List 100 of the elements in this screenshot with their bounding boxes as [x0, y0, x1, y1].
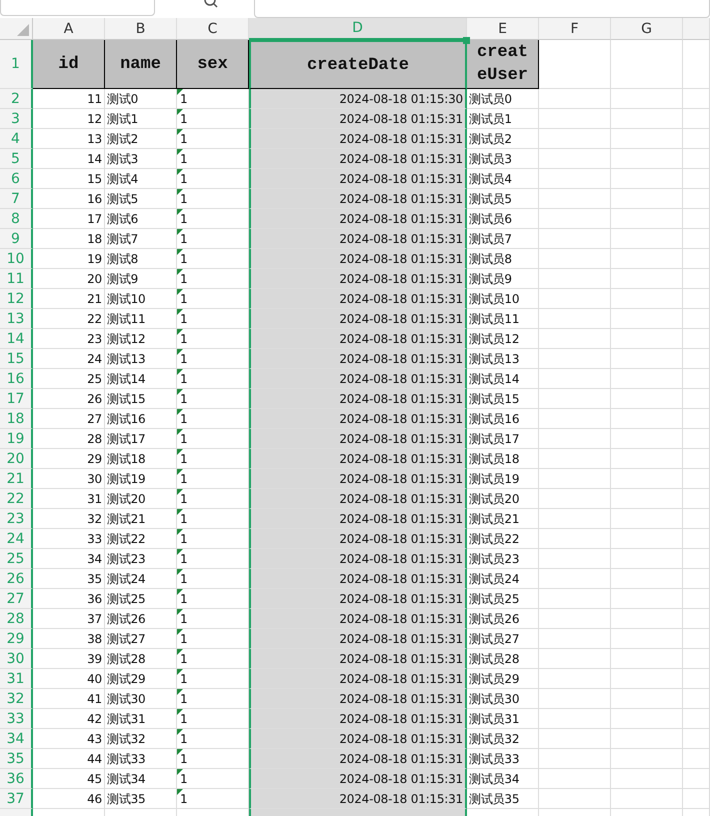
row-header[interactable]: 9 [0, 229, 33, 249]
row-header[interactable]: 19 [0, 429, 33, 449]
table-cell: 28 [33, 429, 105, 449]
column-header[interactable]: D [249, 18, 467, 40]
row-header[interactable]: 29 [0, 629, 33, 649]
column-header[interactable]: F [539, 18, 611, 40]
row-header[interactable]: 17 [0, 389, 33, 409]
table-cell: 测试11 [105, 309, 177, 329]
row-header[interactable]: 4 [0, 129, 33, 149]
row-header[interactable]: 5 [0, 149, 33, 169]
row-header[interactable]: 28 [0, 609, 33, 629]
row-header[interactable]: 31 [0, 669, 33, 689]
table-cell: 测试员34 [467, 769, 539, 789]
table-cell: 44 [33, 749, 105, 769]
row-header[interactable]: 14 [0, 329, 33, 349]
table-cell: 测试0 [105, 89, 177, 109]
row-header[interactable]: 32 [0, 689, 33, 709]
table-cell: 1 [177, 229, 249, 249]
row-header[interactable]: 22 [0, 489, 33, 509]
table-cell: 1 [177, 309, 249, 329]
row-header[interactable]: 2 [0, 89, 33, 109]
column-header[interactable]: A [33, 18, 105, 40]
row-header[interactable]: 6 [0, 169, 33, 189]
table-cell: 1 [177, 369, 249, 389]
table-cell: 2024-08-18 01:15:31 [249, 569, 467, 589]
table-cell: 测试9 [105, 269, 177, 289]
table-cell: 38 [33, 629, 105, 649]
table-cell: 17 [33, 209, 105, 229]
column-header[interactable] [683, 18, 710, 40]
table-cell: 测试2 [105, 129, 177, 149]
table-cell: 1 [177, 509, 249, 529]
table-cell: 测试28 [105, 649, 177, 669]
row-header[interactable]: 34 [0, 729, 33, 749]
row-header[interactable]: 10 [0, 249, 33, 269]
row-header[interactable]: 37 [0, 789, 33, 809]
table-cell: 1 [177, 629, 249, 649]
header-cell: sex [177, 40, 249, 89]
table-cell: 22 [33, 309, 105, 329]
table-cell: 测试33 [105, 749, 177, 769]
row-header[interactable]: 11 [0, 269, 33, 289]
row-header[interactable]: 15 [0, 349, 33, 369]
table-cell: 2024-08-18 01:15:31 [249, 169, 467, 189]
table-cell: 测试员27 [467, 629, 539, 649]
table-cell: 1 [177, 449, 249, 469]
table-cell: 27 [33, 409, 105, 429]
row-header[interactable]: 21 [0, 469, 33, 489]
table-cell: 2024-08-18 01:15:31 [249, 509, 467, 529]
table-cell: 24 [33, 349, 105, 369]
column-header[interactable]: G [611, 18, 683, 40]
column-header[interactable]: C [177, 18, 249, 40]
row-header[interactable]: 23 [0, 509, 33, 529]
table-cell: 2024-08-18 01:15:31 [249, 289, 467, 309]
table-cell: 测试员22 [467, 529, 539, 549]
row-header[interactable]: 18 [0, 409, 33, 429]
table-cell: 2024-08-18 01:15:31 [249, 149, 467, 169]
fill-handle[interactable] [463, 37, 470, 44]
search-icon[interactable] [203, 0, 219, 8]
row-header[interactable]: 13 [0, 309, 33, 329]
table-cell: 测试员25 [467, 589, 539, 609]
row-header[interactable]: 20 [0, 449, 33, 469]
corner-triangle-icon [17, 24, 29, 36]
row-header[interactable]: 3 [0, 109, 33, 129]
table-cell: 测试员23 [467, 549, 539, 569]
table-cell: 测试员7 [467, 229, 539, 249]
column-header[interactable]: E [467, 18, 539, 40]
row-header[interactable]: 26 [0, 569, 33, 589]
table-cell: 1 [177, 389, 249, 409]
table-cell: 2024-08-18 01:15:31 [249, 629, 467, 649]
row-header[interactable]: 33 [0, 709, 33, 729]
table-cell: 测试员0 [467, 89, 539, 109]
column-header[interactable]: B [105, 18, 177, 40]
table-cell: 39 [33, 649, 105, 669]
table-cell: 1 [177, 669, 249, 689]
table-cell: 2024-08-18 01:15:31 [249, 449, 467, 469]
row-header[interactable]: 12 [0, 289, 33, 309]
row-header[interactable]: 25 [0, 549, 33, 569]
table-cell: 测试26 [105, 609, 177, 629]
row-header[interactable]: 24 [0, 529, 33, 549]
table-cell: 测试员6 [467, 209, 539, 229]
row-header[interactable]: 36 [0, 769, 33, 789]
table-cell: 2024-08-18 01:15:31 [249, 709, 467, 729]
row-header[interactable]: 8 [0, 209, 33, 229]
table-cell: 2024-08-18 01:15:31 [249, 349, 467, 369]
header-cell: name [105, 40, 177, 89]
table-cell: 测试员33 [467, 749, 539, 769]
table-cell: 测试员14 [467, 369, 539, 389]
table-cell: 测试员35 [467, 789, 539, 809]
table-cell: 2024-08-18 01:15:31 [249, 789, 467, 809]
table-cell: 测试23 [105, 549, 177, 569]
row-header[interactable]: 30 [0, 649, 33, 669]
select-all-button[interactable] [0, 18, 33, 40]
table-cell: 1 [177, 469, 249, 489]
row-header[interactable]: 7 [0, 189, 33, 209]
row-header[interactable]: 1 [0, 40, 33, 89]
row-header[interactable]: 16 [0, 369, 33, 389]
row-header[interactable]: 35 [0, 749, 33, 769]
table-cell: 测试18 [105, 449, 177, 469]
table-cell: 34 [33, 549, 105, 569]
table-cell: 1 [177, 329, 249, 349]
row-header[interactable]: 27 [0, 589, 33, 609]
